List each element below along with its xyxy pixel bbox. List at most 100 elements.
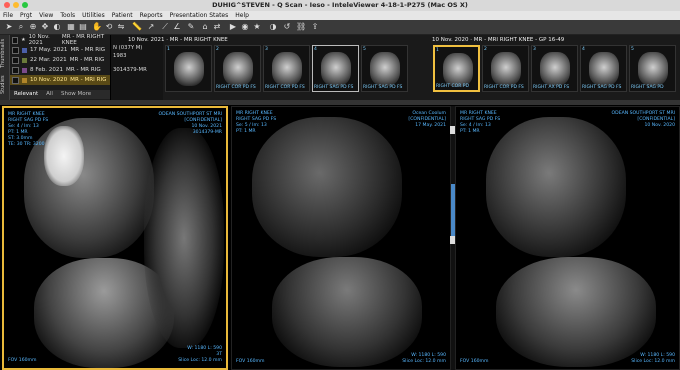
tab-studies[interactable]: Studies: [0, 71, 9, 99]
grid-icon[interactable]: ▦: [66, 22, 76, 32]
series-thumbnail[interactable]: 3 RIGHT AX PD FS: [531, 45, 578, 92]
thumbnail-number: 4: [582, 47, 585, 52]
thumbnail-label: RIGHT COR PD: [436, 84, 469, 89]
menu-prgt[interactable]: Prgt: [20, 11, 32, 20]
image-viewport-1[interactable]: MR RIGHT KNEE RIGHT SAG PD FS Se: 4 / Im…: [2, 106, 228, 370]
menu-file[interactable]: File: [3, 11, 13, 20]
mri-tibia-region: [496, 257, 656, 367]
lock-icon[interactable]: ⌂: [200, 22, 210, 32]
patient-age-sex: N (037Y M): [113, 45, 143, 51]
series-thumbnail[interactable]: 4 RIGHT SAG PD FS: [580, 45, 627, 92]
menu-bar: File Prgt View Tools Utilities Patient R…: [0, 11, 680, 20]
study-row[interactable]: 22 Mar. 2021 MR - MR RIG: [10, 55, 110, 65]
study-checkbox[interactable]: [12, 76, 19, 84]
study-row[interactable]: ★ 10 Nov. 2021 MR - MR RIGHT KNEE: [10, 34, 110, 46]
study-row-selected[interactable]: 10 Nov. 2020 MR - MRI RIG: [10, 75, 110, 85]
study-desc: MR - MR RIG: [70, 47, 106, 53]
thumbnail-label: RIGHT COR PD FS: [265, 85, 305, 90]
mri-femur-region: [486, 117, 626, 257]
rotate-icon[interactable]: ⟲: [104, 22, 114, 32]
thumbnail-label: RIGHT AX PD FS: [533, 85, 570, 90]
patient-birth-year: 1983: [113, 53, 127, 59]
series-thumbnail[interactable]: 2 RIGHT COR PD FS: [214, 45, 261, 92]
series-thumbnail[interactable]: 1: [165, 45, 212, 92]
viewport-overlay-bottom-left: FOV 160mm: [236, 359, 265, 364]
menu-presentation-states[interactable]: Presentation States: [170, 11, 229, 20]
thumbnail-number: 3: [533, 47, 536, 52]
hand-icon[interactable]: ✋: [92, 22, 102, 32]
tab-thumbnails[interactable]: Thumbnails: [0, 37, 9, 69]
thumbnail-label: RIGHT SAG PD FS: [363, 85, 403, 90]
reset-icon[interactable]: ↺: [282, 22, 292, 32]
viewport-overlay-bottom-left: FOV 160mm: [460, 359, 489, 364]
series-thumbnail[interactable]: 3 RIGHT COR PD FS: [263, 45, 310, 92]
thumbnail-label: RIGHT SAG PD FS: [582, 85, 622, 90]
pan-icon[interactable]: ✥: [40, 22, 50, 32]
study-checkbox[interactable]: [12, 66, 19, 74]
study-row[interactable]: 8 Feb. 2021 MR - MR RIG: [10, 65, 110, 75]
study-row[interactable]: 17 May. 2021 MR - MR RIG: [10, 45, 110, 55]
series-thumbnail[interactable]: 4 RIGHT SAG PD FS: [312, 45, 359, 92]
viewport-overlay-top-right: Ocean Coolum [CONFIDENTIAL] 17 May. 2021: [408, 111, 446, 128]
annotation-icon[interactable]: ✎: [186, 22, 196, 32]
viewport-overlay-top-right: ODEAN SOUTHPORT ST MRI [CONFIDENTIAL] 10…: [611, 111, 675, 128]
image-viewport-2[interactable]: MR RIGHT KNEE RIGHT SAG PD FS Se: 5 / Im…: [231, 106, 451, 370]
study-checkbox[interactable]: [12, 36, 19, 44]
export-icon[interactable]: ⇪: [310, 22, 320, 32]
invert-icon[interactable]: ◑: [268, 22, 278, 32]
magnifier-icon[interactable]: ⌕: [16, 22, 26, 32]
ruler-icon[interactable]: ⟋: [160, 22, 170, 32]
cine-icon[interactable]: ▶: [228, 22, 238, 32]
viewport-overlay-top-right: ODEAN SOUTHPORT ST MRI [CONFIDENTIAL] 10…: [158, 112, 222, 135]
link-icon[interactable]: ⛓: [296, 22, 306, 32]
thumbnail-label: RIGHT SAG PD FS: [314, 85, 354, 90]
thumbnail-number: 3: [265, 47, 268, 52]
series-group-header: 10 Nov. 2020 · MR - MRI RIGHT KNEE - GP …: [432, 37, 565, 43]
study-filter-bar: Relevant All Show More: [10, 90, 110, 99]
thumbnail-image: [272, 52, 302, 86]
menu-help[interactable]: Help: [235, 11, 249, 20]
thumbnail-number: 5: [363, 47, 366, 52]
zoom-icon[interactable]: ⊕: [28, 22, 38, 32]
measure-icon[interactable]: 📏: [132, 22, 142, 32]
angle-icon[interactable]: ∠: [172, 22, 182, 32]
thumbnail-number: 2: [216, 47, 219, 52]
filter-show-more[interactable]: Show More: [61, 90, 91, 99]
sync-icon[interactable]: ⇄: [212, 22, 222, 32]
series-thumbnail[interactable]: 5 RIGHT SAG PD FS: [361, 45, 408, 92]
series-group-header: 10 Nov. 2021 · MR - MR RIGHT KNEE: [128, 37, 228, 43]
mri-bright-region: [44, 126, 84, 186]
capture-icon[interactable]: ◉: [240, 22, 250, 32]
arrow-icon[interactable]: ➤: [4, 22, 14, 32]
series-thumbnail-selected[interactable]: 1 RIGHT COR PD: [433, 45, 480, 92]
viewport-overlay-bottom-right: W: 1180 L: 590 Slice Loc: 12.0 mm: [631, 353, 675, 364]
image-viewport-3[interactable]: MR RIGHT KNEE RIGHT SAG PD FS Se: 4 / Im…: [455, 106, 680, 370]
filter-relevant[interactable]: Relevant: [14, 90, 38, 99]
thumbnail-image: [321, 52, 351, 86]
menu-reports[interactable]: Reports: [140, 11, 163, 20]
filter-all[interactable]: All: [46, 90, 53, 99]
study-color-swatch: [22, 67, 27, 73]
patient-info-panel: N (037Y M) 1983 3014379-MR: [111, 35, 163, 100]
mri-soft-tissue: [144, 128, 224, 348]
series-thumbnail[interactable]: 5 RIGHT SAG PD: [629, 45, 676, 92]
panel-divider[interactable]: [0, 100, 680, 105]
menu-view[interactable]: View: [39, 11, 53, 20]
flip-icon[interactable]: ⇋: [116, 22, 126, 32]
menu-patient[interactable]: Patient: [112, 11, 133, 20]
star-icon[interactable]: ★: [21, 37, 25, 43]
menu-tools[interactable]: Tools: [60, 11, 75, 20]
series-thumbnail[interactable]: 2 RIGHT COR PD FS: [482, 45, 529, 92]
cursor-icon[interactable]: ↗: [146, 22, 156, 32]
menu-utilities[interactable]: Utilities: [82, 11, 105, 20]
star-icon[interactable]: ★: [252, 22, 262, 32]
thumbnail-image: [491, 52, 521, 86]
mri-femur-region: [252, 117, 402, 257]
thumbnail-image: [443, 53, 473, 87]
study-checkbox[interactable]: [12, 56, 19, 64]
study-desc: MR - MR RIG: [69, 57, 105, 63]
thumbnail-number: 5: [631, 47, 634, 52]
layout-icon[interactable]: ▤: [78, 22, 88, 32]
window-level-icon[interactable]: ◐: [52, 22, 62, 32]
study-checkbox[interactable]: [12, 46, 19, 54]
